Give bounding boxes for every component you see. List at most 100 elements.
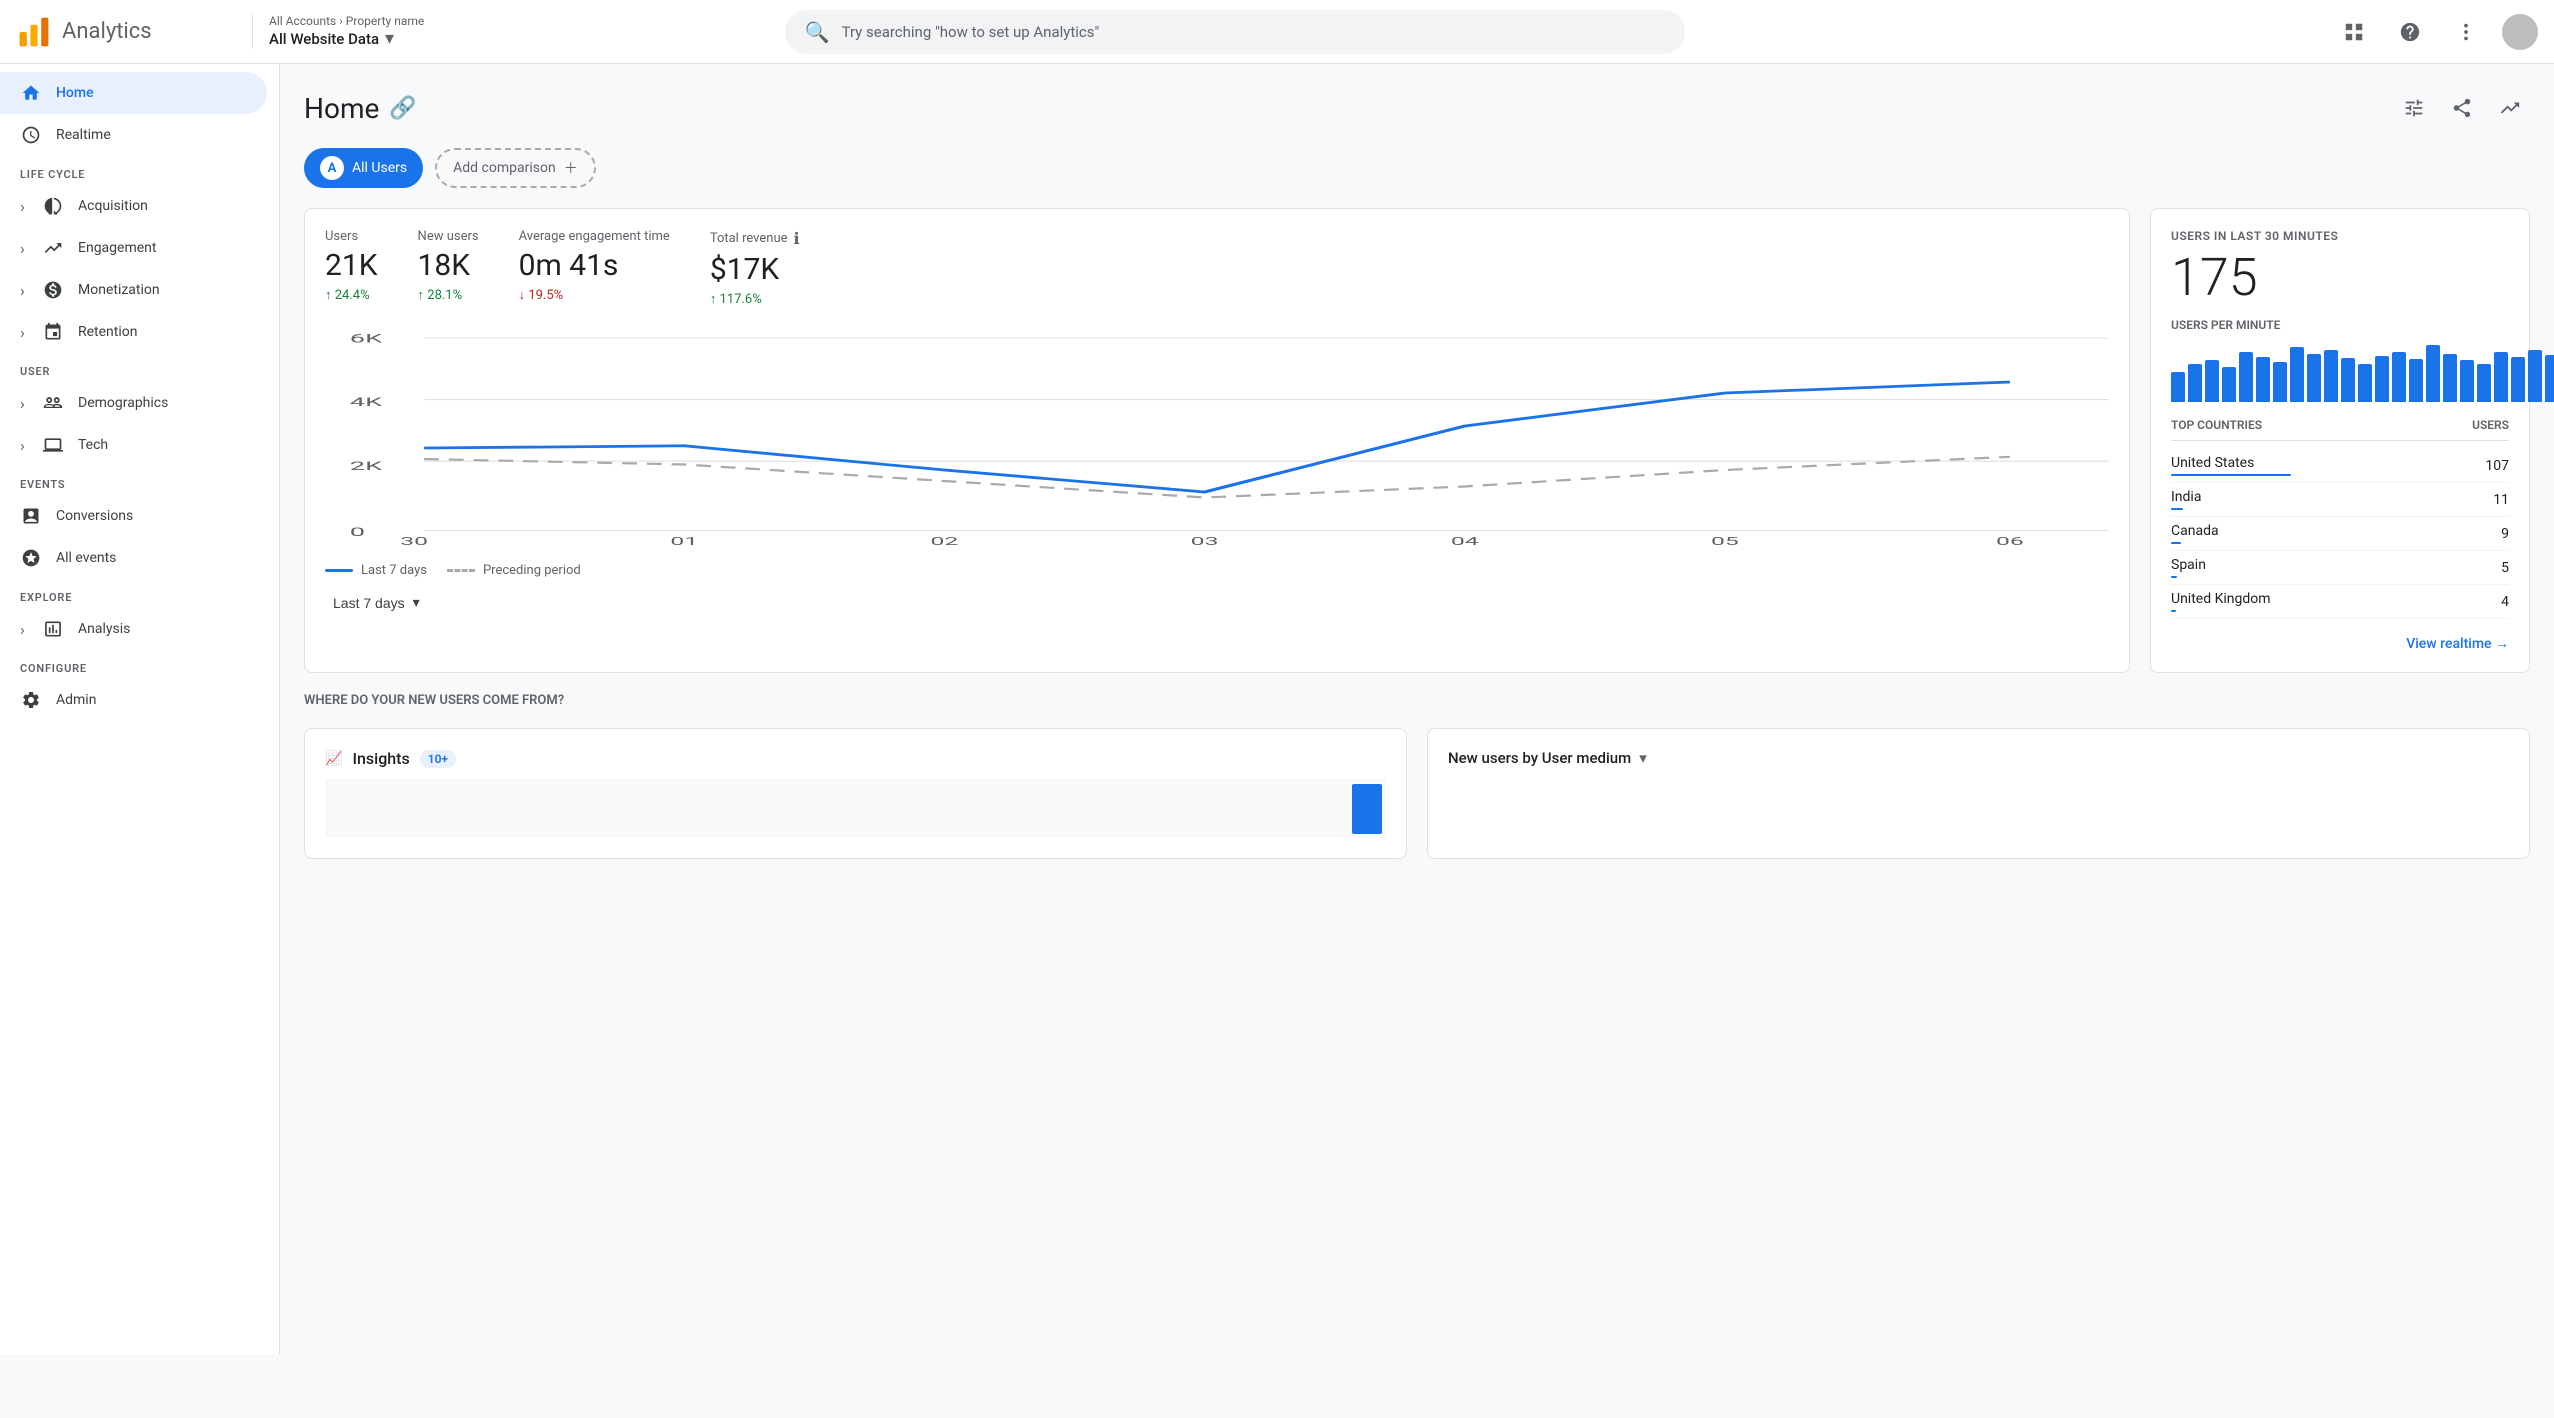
stat-revenue: Total revenue ℹ $17K ↑ 117.6% <box>710 229 800 307</box>
bar-2 <box>2188 364 2202 402</box>
sidebar-item-realtime[interactable]: Realtime <box>0 114 267 156</box>
conversions-icon <box>20 505 42 527</box>
medium-selector[interactable]: New users by User medium ▾ <box>1448 749 2509 767</box>
insights-button[interactable] <box>2490 88 2530 128</box>
page-header: Home 🔗 <box>304 88 2530 128</box>
view-realtime-link[interactable]: View realtime → <box>2171 635 2509 652</box>
sidebar-item-acquisition[interactable]: Acquisition <box>0 185 267 227</box>
sidebar-item-all-events[interactable]: All events <box>0 537 267 579</box>
header-actions <box>2334 12 2538 52</box>
svg-text:0: 0 <box>350 525 365 539</box>
sidebar-retention-label: Retention <box>78 324 138 340</box>
sidebar-item-admin[interactable]: Admin <box>0 679 267 721</box>
demographics-icon <box>42 392 64 414</box>
sidebar: Home Realtime LIFE CYCLE Acquisition Eng… <box>0 64 280 1354</box>
countries-header: TOP COUNTRIES USERS <box>2171 418 2509 441</box>
logo-area: Analytics <box>16 14 236 50</box>
svg-text:4K: 4K <box>350 395 383 409</box>
country-count-india: 11 <box>2493 492 2509 508</box>
country-name-spain: Spain <box>2171 557 2206 578</box>
country-bar-canada <box>2171 542 2181 544</box>
retention-icon <box>42 321 64 343</box>
bar-1 <box>2171 372 2185 402</box>
svg-text:03: 03 <box>1191 534 1219 547</box>
date-range-dropdown-icon: ▾ <box>413 594 420 611</box>
svg-text:Sep: Sep <box>393 545 435 547</box>
bar-9 <box>2307 354 2321 402</box>
users-per-min-label: USERS PER MINUTE <box>2171 318 2509 332</box>
svg-text:05: 05 <box>1711 534 1739 547</box>
sidebar-home-label: Home <box>56 85 94 101</box>
stat-engagement-change: ↓ 19.5% <box>519 287 670 303</box>
acquisition-icon <box>42 195 64 217</box>
sidebar-item-home[interactable]: Home <box>0 72 267 114</box>
app-title: Analytics <box>62 19 152 44</box>
all-users-label: All Users <box>352 160 407 176</box>
country-bar-spain <box>2171 576 2177 578</box>
sidebar-item-demographics[interactable]: Demographics <box>0 382 267 424</box>
search-bar[interactable]: 🔍 Try searching "how to set up Analytics… <box>785 10 1685 54</box>
country-name-us: United States <box>2171 455 2291 476</box>
share-button[interactable] <box>2442 88 2482 128</box>
stat-revenue-label: Total revenue ℹ <box>710 229 800 248</box>
insights-trend-icon: 📈 <box>325 751 342 767</box>
sidebar-item-analysis[interactable]: Analysis <box>0 608 267 650</box>
country-name-canada: Canada <box>2171 523 2219 544</box>
bar-12 <box>2358 364 2372 402</box>
mini-bar-chart <box>2171 342 2509 402</box>
add-comparison-chip[interactable]: Add comparison ＋ <box>435 148 596 188</box>
bar-10 <box>2324 350 2338 402</box>
sidebar-item-engagement[interactable]: Engagement <box>0 227 267 269</box>
page-link-icon[interactable]: 🔗 <box>389 96 416 121</box>
country-row-spain: Spain 5 <box>2171 551 2509 585</box>
bar-8 <box>2290 347 2304 402</box>
sidebar-item-tech[interactable]: Tech <box>0 424 267 466</box>
bar-20 <box>2494 352 2508 402</box>
sidebar-acquisition-label: Acquisition <box>78 198 148 214</box>
country-bar-india <box>2171 508 2183 510</box>
user-avatar[interactable] <box>2502 14 2538 50</box>
bar-17 <box>2443 354 2457 402</box>
stat-engagement-value: 0m 41s <box>519 248 670 283</box>
sidebar-monetization-label: Monetization <box>78 282 160 298</box>
property-dropdown-icon[interactable]: ▾ <box>385 28 394 49</box>
insights-card: 📈 Insights 10+ <box>304 728 1407 859</box>
property-name: All Website Data <box>269 30 379 48</box>
users-last-label: USERS IN LAST 30 MINUTES <box>2171 229 2509 243</box>
breadcrumb-bottom-row[interactable]: All Website Data ▾ <box>269 28 452 49</box>
chart-legend: Last 7 days Preceding period <box>325 563 2109 578</box>
insights-header: 📈 Insights 10+ <box>325 749 1386 768</box>
realtime-panel: USERS IN LAST 30 MINUTES 175 USERS PER M… <box>2150 208 2530 673</box>
bar-18 <box>2460 360 2474 402</box>
stat-users-change: ↑ 24.4% <box>325 287 378 303</box>
legend-current-line <box>325 569 353 572</box>
main-chart-card: Users 21K ↑ 24.4% New users 18K ↑ 28.1% … <box>304 208 2130 673</box>
more-options-icon-button[interactable] <box>2446 12 2486 52</box>
country-row-canada: Canada 9 <box>2171 517 2509 551</box>
insights-preview <box>325 778 1386 838</box>
bar-19 <box>2477 364 2491 402</box>
sidebar-item-monetization[interactable]: Monetization <box>0 269 267 311</box>
insights-badge: 10+ <box>420 750 456 768</box>
sidebar-realtime-label: Realtime <box>56 127 111 143</box>
sidebar-item-retention[interactable]: Retention <box>0 311 267 353</box>
events-section-label: EVENTS <box>0 466 279 495</box>
all-users-filter-chip[interactable]: A All Users <box>304 148 423 188</box>
bar-23 <box>2545 355 2554 402</box>
main-layout: Home Realtime LIFE CYCLE Acquisition Eng… <box>0 64 2554 1354</box>
bottom-section: WHERE DO YOUR NEW USERS COME FROM? 📈 Ins… <box>304 693 2530 859</box>
apps-icon-button[interactable] <box>2334 12 2374 52</box>
add-icon: ＋ <box>564 158 578 178</box>
date-range-button[interactable]: Last 7 days ▾ <box>325 590 428 615</box>
sidebar-item-conversions[interactable]: Conversions <box>0 495 267 537</box>
customize-button[interactable] <box>2394 88 2434 128</box>
page-title-row: Home 🔗 <box>304 92 417 125</box>
sidebar-demographics-label: Demographics <box>78 395 168 411</box>
monetization-icon <box>42 279 64 301</box>
svg-text:04: 04 <box>1451 534 1479 547</box>
users-col-label: USERS <box>2472 418 2509 432</box>
stat-revenue-change: ↑ 117.6% <box>710 291 800 307</box>
chart-svg: 6K 4K 2K 0 30 <box>325 327 2109 547</box>
help-icon-button[interactable] <box>2390 12 2430 52</box>
filter-bar: A All Users Add comparison ＋ <box>304 148 2530 188</box>
